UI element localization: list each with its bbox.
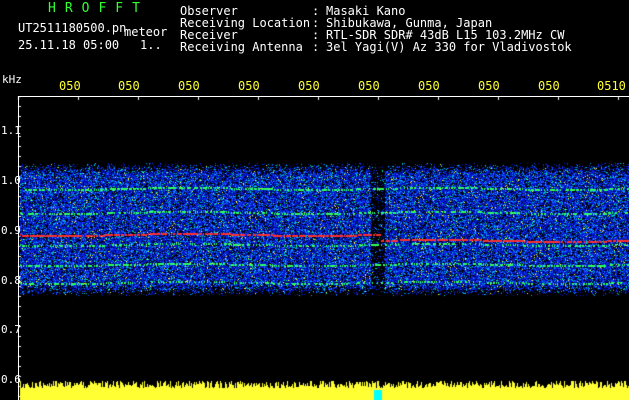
x-axis-line (18, 96, 629, 97)
small-flag: 1.. (140, 38, 162, 52)
antenna-value: 3el Yagi(V) Az 330 for Vladivostok (326, 40, 572, 54)
time-tick: 050 (59, 79, 81, 93)
antenna-colon: : (312, 40, 320, 54)
time-tick: 050 (238, 79, 260, 93)
frequency-unit: kHz (2, 73, 22, 86)
time-tick: 050 (418, 79, 440, 93)
time-tick: 050 (118, 79, 140, 93)
time-tick: 050 (538, 79, 560, 93)
time-tick: 050 (478, 79, 500, 93)
antenna-label: Receiving Antenna (180, 40, 303, 54)
time-tick: 050 (358, 79, 380, 93)
date-time: 25.11.18 05:00 (18, 38, 120, 52)
time-tick: 050 (298, 79, 320, 93)
app-title: HROFFT (48, 1, 149, 16)
spectrogram (0, 96, 629, 400)
y-axis-line (18, 96, 19, 400)
file-tag: meteor (124, 25, 168, 39)
time-tick: 050 (178, 79, 200, 93)
file-name: UT2511180500.pn (18, 21, 127, 35)
time-tick: 0510 (597, 79, 626, 93)
